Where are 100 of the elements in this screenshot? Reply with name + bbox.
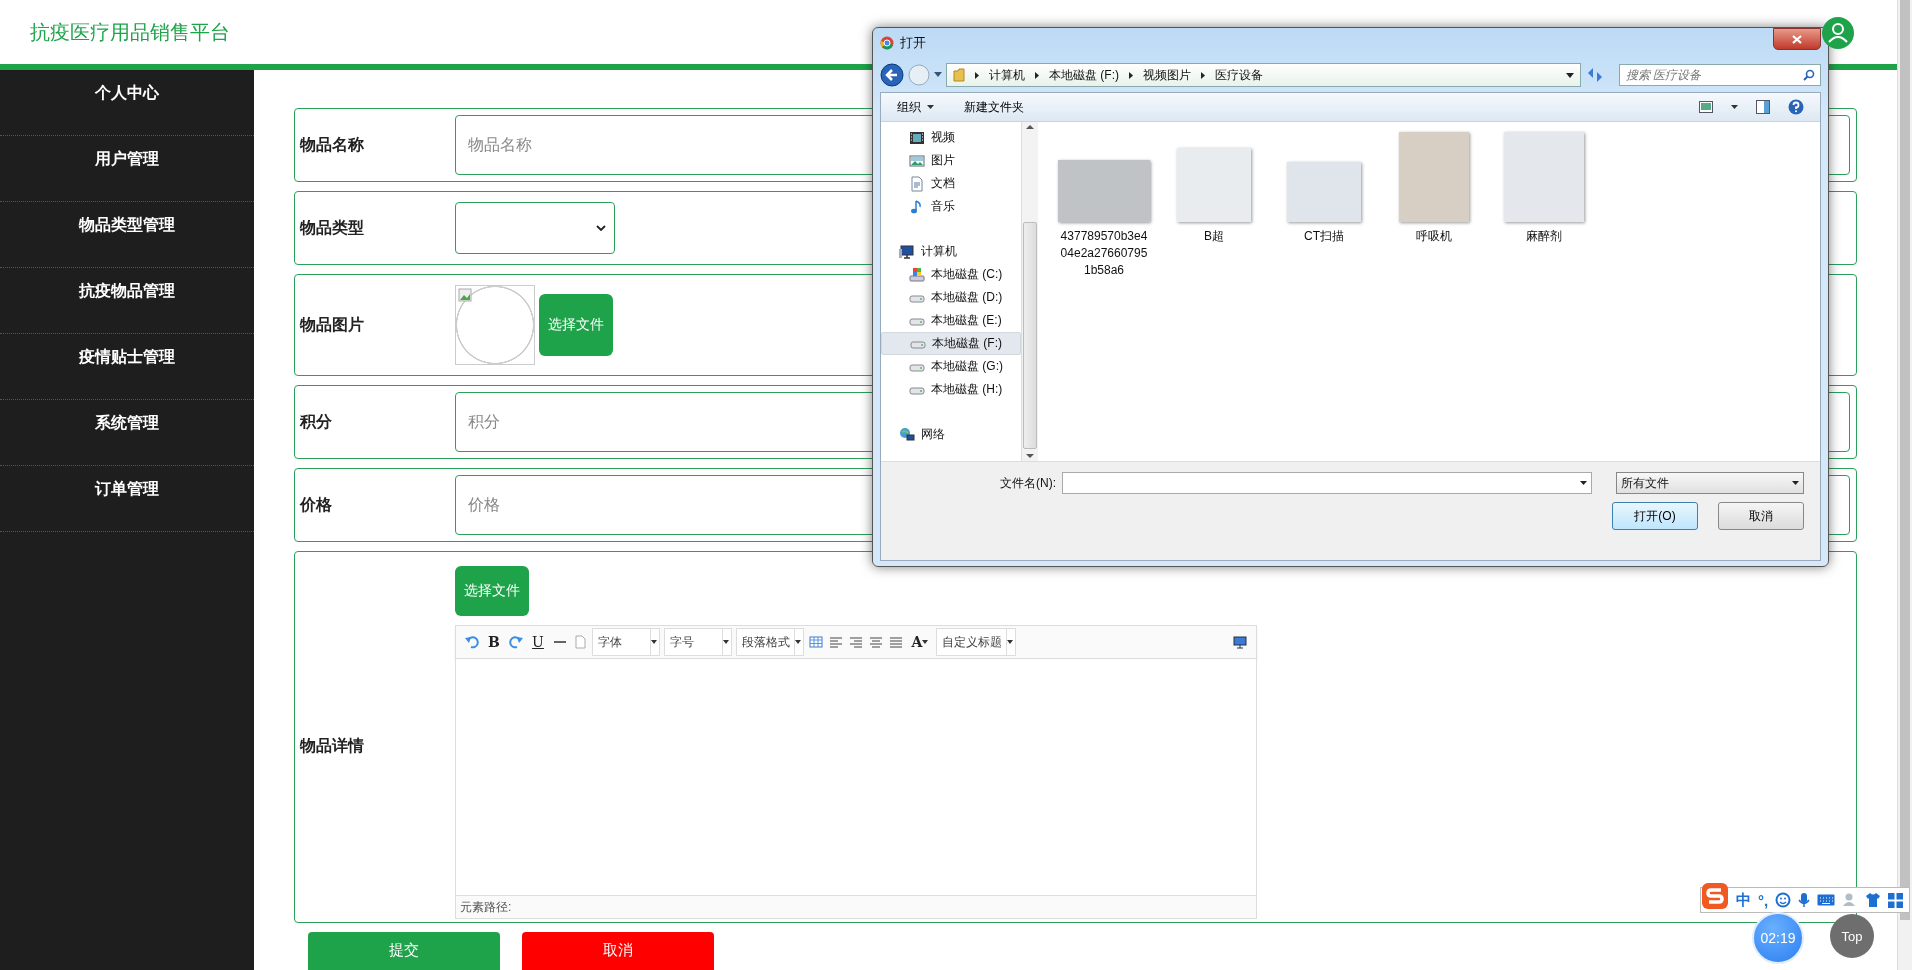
nav-item[interactable]: 图片	[881, 149, 1021, 172]
open-button[interactable]: 打开(O)	[1612, 502, 1698, 530]
justify-icon[interactable]	[888, 634, 904, 650]
file-item[interactable]: 麻醉剂	[1498, 132, 1590, 245]
timer-badge: 02:19	[1752, 912, 1804, 964]
sidebar-item[interactable]: 用户管理	[95, 136, 159, 182]
site-title: 抗疫医疗用品销售平台	[30, 19, 230, 45]
file-type-dropdown[interactable]: 所有文件	[1616, 472, 1804, 494]
cancel-button[interactable]: 取消	[522, 932, 714, 970]
cancel-button[interactable]: 取消	[1718, 502, 1804, 530]
search-field[interactable]: 搜索 医疗设备	[1619, 64, 1821, 86]
scrollbar-thumb[interactable]	[1023, 222, 1037, 449]
keyboard-icon[interactable]	[1817, 894, 1836, 906]
font-color-button[interactable]: A	[908, 632, 932, 652]
input-method-logo-icon[interactable]	[1701, 882, 1729, 910]
picture-library-icon	[909, 152, 925, 169]
file-item[interactable]: CT扫描	[1278, 132, 1370, 245]
breadcrumb-item[interactable]: 医疗设备	[1215, 66, 1263, 84]
user-avatar-icon[interactable]	[1821, 16, 1855, 50]
dropdown-caret-icon	[1792, 481, 1799, 485]
dropdown-caret-icon[interactable]	[1566, 72, 1574, 78]
monitor-icon[interactable]	[1232, 634, 1248, 650]
file-item[interactable]: B超	[1168, 132, 1260, 245]
sidebar-item[interactable]: 系统管理	[95, 400, 159, 446]
preview-pane-icon[interactable]	[1756, 100, 1770, 114]
caret-icon	[723, 640, 729, 644]
grid-icon[interactable]	[1888, 892, 1904, 908]
input-mode-toggle[interactable]: 中	[1736, 890, 1751, 910]
caret-icon[interactable]	[1731, 105, 1738, 109]
organize-menu[interactable]: 组织	[897, 98, 934, 116]
chevron-right-icon	[1129, 71, 1133, 79]
nav-item[interactable]: 文档	[881, 172, 1021, 195]
help-icon[interactable]	[1788, 99, 1804, 115]
element-path-bar: 元素路径:	[456, 895, 1256, 918]
search-icon	[1803, 69, 1815, 81]
align-left-icon[interactable]	[828, 634, 844, 650]
toolbar-dropdown[interactable]: 字号	[664, 628, 732, 656]
punctuation-toggle[interactable]: °,	[1758, 891, 1769, 909]
nav-item[interactable]: 音乐	[881, 195, 1021, 218]
system-drive-icon	[909, 266, 925, 283]
breadcrumb-item[interactable]: 计算机	[989, 66, 1025, 84]
file-name-label: 文件名(N):	[1000, 474, 1056, 492]
caret-icon	[651, 640, 657, 644]
network-icon	[899, 426, 915, 443]
undo-icon[interactable]	[464, 634, 480, 650]
nav-item[interactable]: 本地磁盘 (G:)	[881, 355, 1021, 378]
breadcrumb-item[interactable]: 视频图片	[1143, 66, 1191, 84]
sidebar-item[interactable]: 订单管理	[95, 466, 159, 512]
nav-item[interactable]: 本地磁盘 (C:)	[881, 263, 1021, 286]
nav-item[interactable]: 本地磁盘 (E:)	[881, 309, 1021, 332]
field-label: 物品名称	[300, 134, 365, 155]
nav-item[interactable]: 本地磁盘 (F:)	[881, 332, 1021, 355]
field-label: 物品详情	[300, 736, 365, 756]
new-folder-button[interactable]: 新建文件夹	[964, 98, 1024, 116]
document-icon	[909, 175, 925, 192]
nav-item[interactable]: 网络	[881, 423, 1021, 446]
nav-item[interactable]: 本地磁盘 (D:)	[881, 286, 1021, 309]
nav-item[interactable]: 计算机	[881, 240, 1021, 263]
chevron-right-icon	[1201, 71, 1205, 79]
back-to-top-button[interactable]: Top	[1830, 914, 1874, 958]
smiley-icon[interactable]	[1775, 892, 1792, 908]
field-label: 物品类型	[300, 217, 365, 238]
sidebar-item[interactable]: 物品类型管理	[79, 202, 175, 248]
computer-icon	[899, 243, 915, 260]
address-bar[interactable]: 计算机 本地磁盘 (F:) 视频图片 医疗设备	[946, 63, 1581, 87]
chevron-down-icon	[596, 225, 606, 231]
dropdown-label: 段落格式	[742, 633, 790, 651]
close-button[interactable]	[1773, 28, 1821, 50]
caret-icon	[927, 105, 934, 109]
file-item[interactable]: 呼吸机	[1388, 132, 1480, 245]
file-item[interactable]: 437789570b3e404e2a276607951b58a6	[1058, 132, 1150, 279]
sidebar-item[interactable]: 疫情贴士管理	[79, 334, 175, 380]
shirt-icon[interactable]	[1865, 892, 1882, 908]
bold-button[interactable]: B	[484, 632, 504, 652]
chevron-right-icon	[1035, 71, 1039, 79]
view-mode-icon[interactable]	[1699, 101, 1713, 113]
sidebar-item[interactable]: 抗疫物品管理	[79, 268, 175, 314]
microphone-icon[interactable]	[1798, 892, 1811, 908]
underline-button[interactable]: U	[528, 632, 548, 652]
align-right-icon[interactable]	[848, 634, 864, 650]
table-icon[interactable]	[808, 634, 824, 650]
redo-icon[interactable]	[508, 634, 524, 650]
nav-item[interactable]: 视频	[881, 126, 1021, 149]
page-scrollbar[interactable]	[1897, 0, 1912, 970]
breadcrumb-item[interactable]: 本地磁盘 (F:)	[1049, 66, 1119, 84]
select-field[interactable]	[455, 202, 615, 254]
caret-icon	[1007, 640, 1013, 644]
sidebar-item[interactable]: 个人中心	[95, 70, 159, 116]
toolbar-dropdown[interactable]: 字体	[592, 628, 660, 656]
field-label: 物品图片	[300, 314, 365, 335]
field-label: 价格	[300, 494, 333, 515]
toolbar-dropdown[interactable]: 自定义标题	[936, 628, 1016, 656]
broken-image-icon	[458, 288, 472, 302]
align-center-icon[interactable]	[868, 634, 884, 650]
scrollbar-thumb[interactable]	[1900, 0, 1910, 920]
toolbar-dropdown[interactable]: 段落格式	[736, 628, 804, 656]
file-name-field[interactable]	[1062, 472, 1592, 494]
nav-item[interactable]: 本地磁盘 (H:)	[881, 378, 1021, 401]
close-icon	[1792, 34, 1802, 44]
folder-icon	[953, 68, 965, 82]
